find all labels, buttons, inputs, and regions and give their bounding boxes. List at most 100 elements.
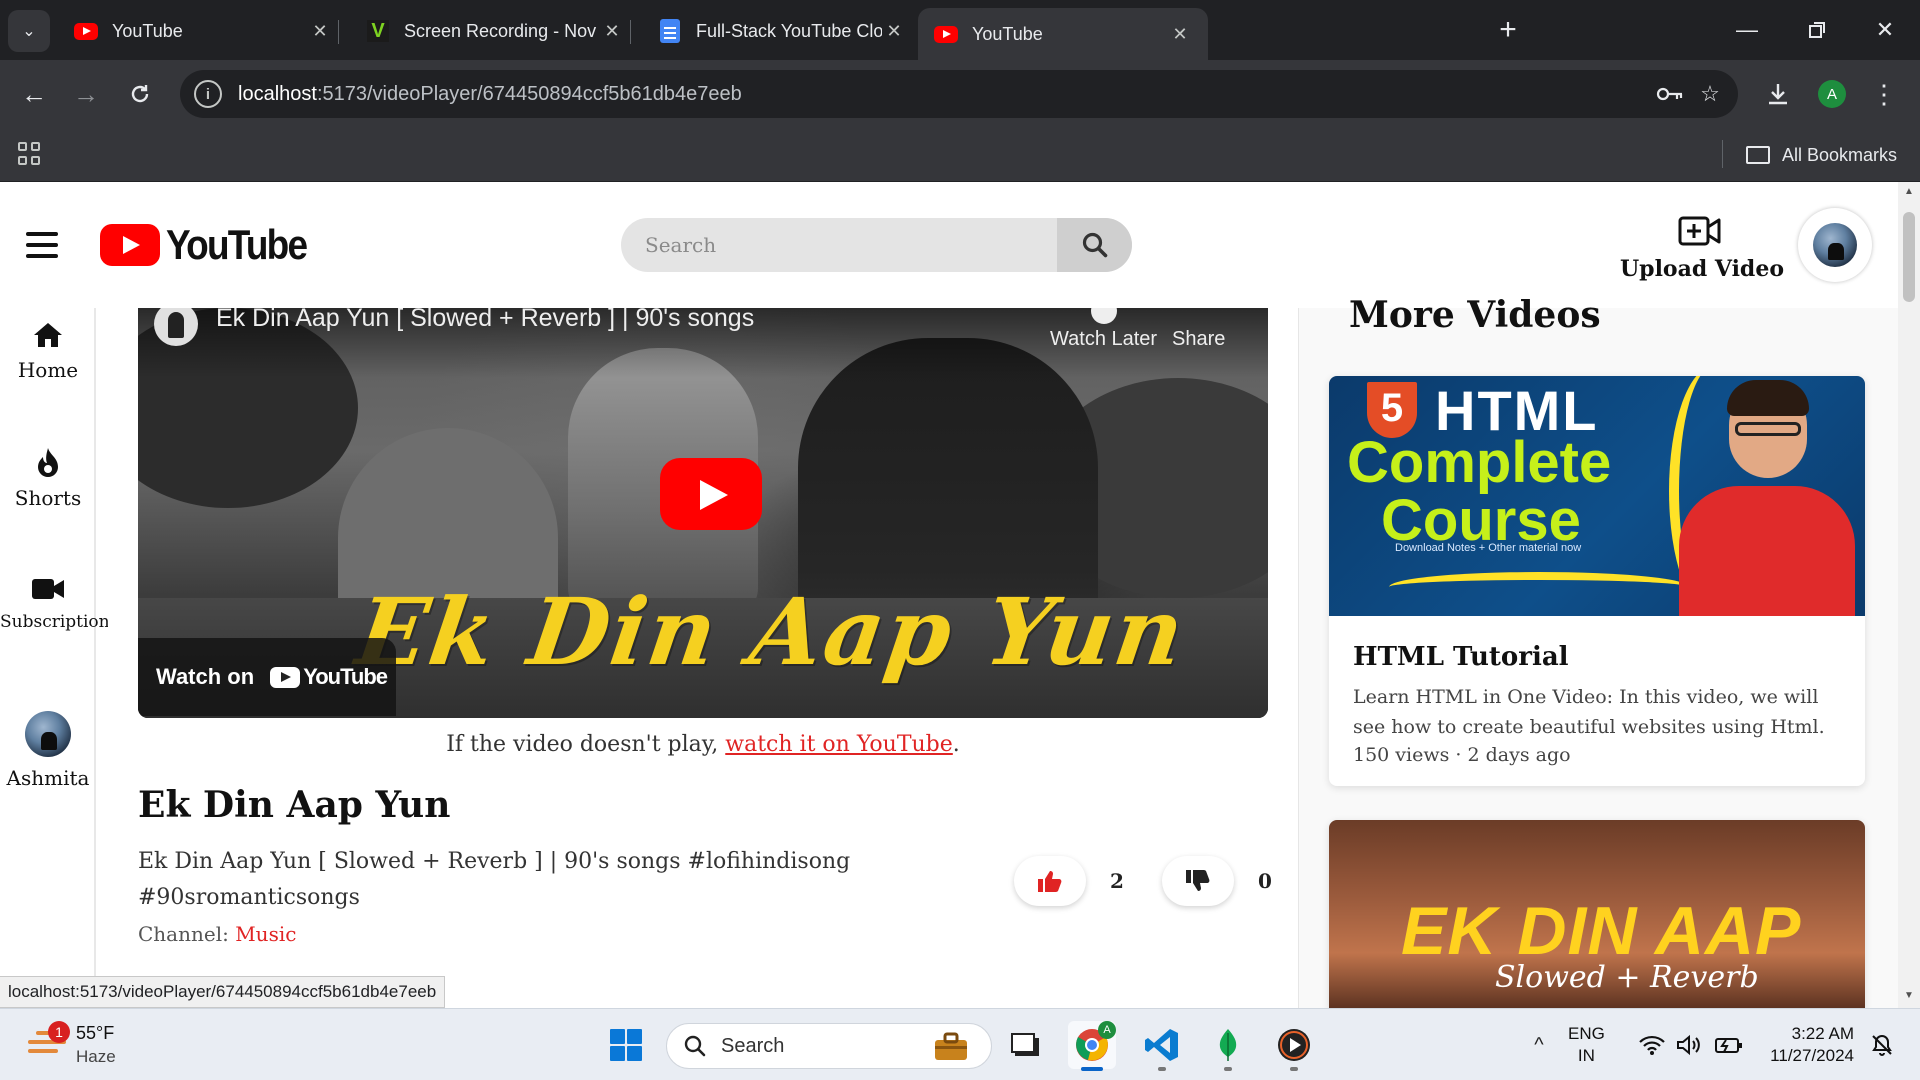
url-text[interactable]: localhost:5173/videoPlayer/674450894ccf5… bbox=[238, 83, 742, 106]
task-view-icon bbox=[1011, 1033, 1039, 1056]
tab-title: YouTube bbox=[112, 20, 183, 41]
thumbnail-text: Download Notes + Other material now bbox=[1395, 542, 1582, 554]
reload-icon bbox=[131, 85, 149, 103]
watch-on-youtube-link[interactable]: watch it on YouTube bbox=[725, 732, 953, 757]
channel-avatar[interactable] bbox=[154, 308, 198, 346]
video-thumbnail[interactable]: 5 HTML Complete Course Download Notes + … bbox=[1329, 376, 1865, 616]
sidebar-item-home[interactable]: Home bbox=[0, 320, 96, 382]
minimize-button[interactable]: — bbox=[1724, 12, 1770, 48]
sidebar-item-profile[interactable]: Ashmita bbox=[0, 710, 96, 790]
tab-youtube-1[interactable]: YouTube ✕ bbox=[58, 8, 348, 54]
bookmarks-bar: All Bookmarks bbox=[0, 128, 1920, 182]
vscode-taskbar-button[interactable] bbox=[1138, 1021, 1186, 1071]
start-button[interactable] bbox=[602, 1021, 650, 1069]
video-thumbnail[interactable]: EK DIN AAP Slowed + Reverb bbox=[1329, 820, 1865, 1008]
weather-temperature: 55°F bbox=[76, 1023, 115, 1043]
forward-button[interactable]: → bbox=[66, 74, 106, 114]
search-button[interactable] bbox=[1057, 218, 1132, 272]
docs-icon bbox=[658, 19, 682, 43]
tab-screen-recording[interactable]: V Screen Recording - Nov 27, 2024 ✕ bbox=[350, 8, 640, 54]
upload-video-label: Upload Video bbox=[1620, 256, 1784, 282]
battery-icon bbox=[1715, 1038, 1742, 1053]
dislike-count: 0 bbox=[1258, 869, 1272, 893]
dislike-button[interactable] bbox=[1162, 856, 1234, 906]
like-button[interactable] bbox=[1014, 856, 1086, 906]
new-tab-button[interactable]: + bbox=[1490, 12, 1526, 48]
mongodb-leaf-icon bbox=[1219, 1029, 1237, 1061]
weather-widget[interactable]: 1 55°F Haze bbox=[24, 1021, 144, 1071]
show-hidden-icons-button[interactable]: ^ bbox=[1516, 1021, 1562, 1069]
back-button[interactable]: ← bbox=[14, 74, 54, 114]
watch-on-youtube-button[interactable]: Watch on YouTube bbox=[138, 638, 396, 716]
taskbar-search[interactable]: Search bbox=[666, 1023, 992, 1069]
tab-search-button[interactable]: ⌄ bbox=[8, 10, 50, 52]
notification-bell-icon bbox=[1872, 1034, 1892, 1056]
upload-video-button[interactable]: Upload Video bbox=[1620, 214, 1784, 284]
search-input[interactable] bbox=[621, 218, 1057, 272]
media-player-taskbar-button[interactable] bbox=[1270, 1021, 1318, 1071]
close-icon[interactable]: ✕ bbox=[600, 21, 624, 42]
profile-avatar[interactable]: A bbox=[1818, 80, 1846, 108]
close-icon[interactable]: ✕ bbox=[882, 21, 906, 42]
sidebar-item-shorts[interactable]: Shorts bbox=[0, 448, 96, 510]
system-tray[interactable] bbox=[1638, 1009, 1744, 1080]
download-icon[interactable] bbox=[1758, 74, 1798, 114]
close-icon[interactable]: ✕ bbox=[308, 21, 332, 42]
clock-icon bbox=[1090, 308, 1117, 324]
watch-later-button[interactable]: Watch Later bbox=[1050, 308, 1157, 351]
clock-date: 11/27/2024 bbox=[1770, 1046, 1854, 1065]
password-key-icon[interactable] bbox=[1654, 78, 1686, 110]
play-button[interactable] bbox=[660, 458, 762, 530]
folder-icon bbox=[1746, 146, 1770, 164]
presenter-image bbox=[1669, 376, 1865, 616]
weather-condition: Haze bbox=[76, 1047, 116, 1066]
dislike-group: 0 bbox=[1162, 856, 1272, 906]
tab-youtube-active[interactable]: YouTube ✕ bbox=[918, 8, 1208, 60]
close-icon[interactable]: ✕ bbox=[1168, 24, 1192, 45]
share-arrow-icon bbox=[1186, 308, 1212, 324]
user-avatar[interactable] bbox=[1798, 208, 1872, 282]
all-bookmarks-button[interactable]: All Bookmarks bbox=[1746, 140, 1897, 170]
youtube-logo[interactable]: YouTube bbox=[100, 221, 325, 268]
link-status-bar: localhost:5173/videoPlayer/674450894ccf5… bbox=[0, 976, 446, 1008]
restore-button[interactable] bbox=[1794, 12, 1840, 48]
sidebar-item-label: Home bbox=[17, 358, 79, 382]
task-view-button[interactable] bbox=[1002, 1021, 1050, 1069]
sidebar-item-label: Ashmita bbox=[6, 766, 90, 790]
bookmark-star-icon[interactable]: ☆ bbox=[1694, 78, 1726, 110]
tab-separator bbox=[338, 20, 339, 44]
card-title[interactable]: HTML Tutorial bbox=[1353, 642, 1841, 672]
browser-tab-strip: ⌄ YouTube ✕ V Screen Recording - Nov 27,… bbox=[0, 0, 1920, 60]
search-icon bbox=[684, 1035, 706, 1057]
share-button[interactable]: Share bbox=[1172, 328, 1225, 351]
clock[interactable]: 3:22 AM 11/27/2024 bbox=[1752, 1023, 1854, 1067]
hamburger-menu-icon[interactable] bbox=[26, 232, 58, 258]
tab-title: Full-Stack YouTube Clone Project bbox=[696, 20, 882, 41]
player-embed-title[interactable]: Ek Din Aap Yun [ Slowed + Reverb ] | 90'… bbox=[216, 308, 754, 333]
chrome-taskbar-button[interactable]: A bbox=[1068, 1021, 1116, 1071]
notifications-button[interactable] bbox=[1862, 1021, 1902, 1069]
avatar bbox=[0, 710, 96, 758]
video-player[interactable]: Ek Din Aap Yun [ Slowed + Reverb ] | 90'… bbox=[138, 308, 1268, 718]
more-menu-icon[interactable]: ⋮ bbox=[1864, 74, 1904, 114]
close-window-button[interactable]: ✕ bbox=[1862, 12, 1908, 48]
page-scrollbar[interactable]: ▲ ▼ bbox=[1898, 182, 1920, 1008]
channel-link[interactable]: Music bbox=[235, 922, 296, 946]
watch-on-label: Watch on bbox=[156, 664, 255, 689]
video-card[interactable]: EK DIN AAP Slowed + Reverb bbox=[1329, 820, 1865, 1008]
address-bar[interactable]: i localhost:5173/videoPlayer/674450894cc… bbox=[180, 70, 1738, 118]
site-info-icon[interactable]: i bbox=[194, 80, 222, 108]
language-indicator[interactable]: ENG IN bbox=[1568, 1023, 1605, 1067]
video-card[interactable]: 5 HTML Complete Course Download Notes + … bbox=[1329, 376, 1865, 786]
apps-grid-icon[interactable] bbox=[18, 142, 42, 166]
sidebar-item-subscription[interactable]: Subscription bbox=[0, 574, 110, 632]
like-count: 2 bbox=[1110, 869, 1124, 893]
scroll-up-arrow-icon[interactable]: ▲ bbox=[1904, 186, 1914, 197]
page-viewport: YouTube Upload Video Home Shorts bbox=[0, 182, 1898, 1008]
tab-docs[interactable]: Full-Stack YouTube Clone Project ✕ bbox=[642, 8, 922, 54]
wifi-icon bbox=[1639, 1035, 1665, 1055]
scroll-down-arrow-icon[interactable]: ▼ bbox=[1904, 990, 1914, 1001]
reload-button[interactable] bbox=[120, 74, 160, 114]
mongodb-taskbar-button[interactable] bbox=[1204, 1021, 1252, 1071]
scroll-thumb[interactable] bbox=[1903, 212, 1915, 302]
